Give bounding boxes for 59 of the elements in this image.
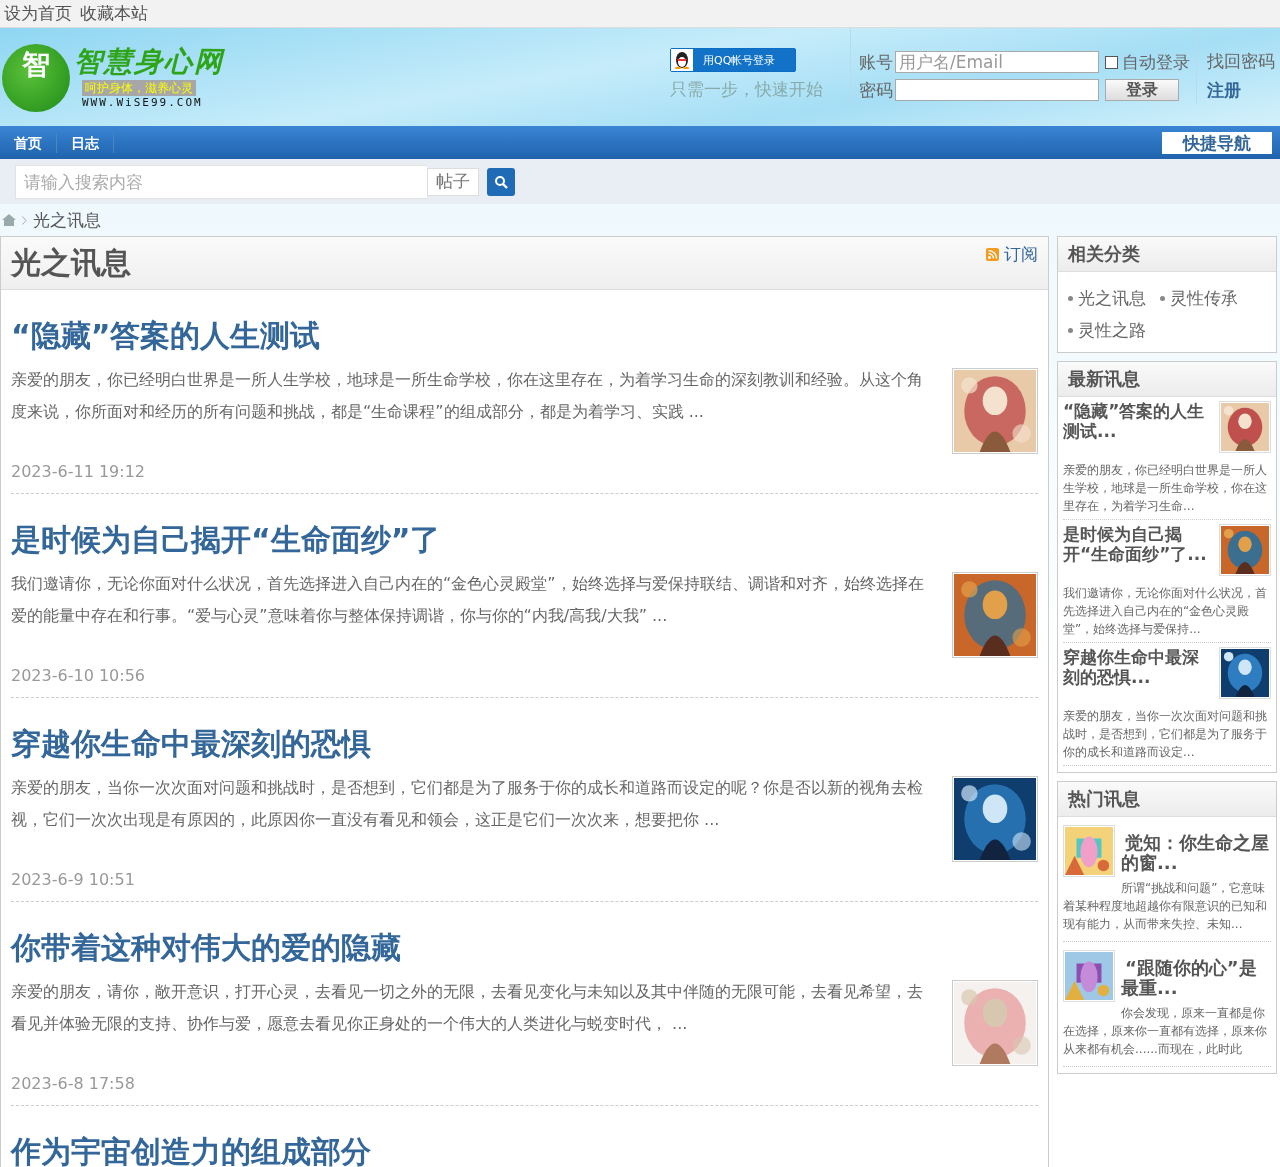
- search-button[interactable]: [487, 167, 515, 196]
- article-title-link[interactable]: 穿越你生命中最深刻的恐惧: [11, 724, 1038, 764]
- panel-title: 最新讯息: [1058, 362, 1276, 397]
- breadcrumb-link[interactable]: 光之讯息: [33, 208, 101, 232]
- search-icon: [494, 174, 508, 189]
- account-label: 账号: [859, 50, 893, 74]
- article-date: 2023-6-8 17:58: [11, 1074, 136, 1093]
- bullet-icon: [1160, 295, 1165, 301]
- account-field[interactable]: 用户名/Email: [895, 51, 1099, 73]
- nav-item[interactable]: 首页: [0, 132, 57, 153]
- article-date: 2023-6-9 10:51: [11, 870, 136, 889]
- password-label: 密码: [859, 78, 893, 102]
- panel-title: 热门讯息: [1058, 782, 1276, 817]
- article-title-link[interactable]: 你带着这种对伟大的爱的隐藏: [11, 928, 1038, 968]
- qq-hint: 只需一步，快速开始: [670, 78, 824, 101]
- article-excerpt: 亲爱的朋友，你已经明白世界是一所人生学校，地球是一所生命学校，你在这里存在，为着学习生命的深刻教训和经验。从这个角度来说，你所面对和经历的所有问题和挑战，都是“生命课程”的组成部分，都是为着学习、实践 ...: [11, 369, 924, 423]
- category-link[interactable]: 灵性传承: [1170, 282, 1238, 314]
- subscribe-link[interactable]: 订阅: [986, 243, 1038, 266]
- news-excerpt: 你会发现，原来一直都是你在选择，原来你一直都有选择，原来你从来都有机会......而现在，此时此: [1063, 1005, 1268, 1058]
- category-link[interactable]: 灵性之路: [1078, 314, 1146, 346]
- register-link[interactable]: 注册: [1207, 79, 1275, 102]
- category-title: 光之讯息: [11, 243, 131, 282]
- article-excerpt: 亲爱的朋友，当你一次次面对问题和挑战时，是否想到，它们都是为了服务于你的成长和道路而设定的呢？你是否以新的视角去检视，它们一次次出现是有原因的，此原因你一直没有看见和领会，这正是它们一次次来，想要把你 ...: [11, 777, 924, 831]
- site-slogan: 呵护身体，滋养心灵: [82, 80, 196, 96]
- article-excerpt: 我们邀请你，无论你面对什么状况，首先选择进入自己内在的“金色心灵殿堂”，始终选择与爱保持联结、调谐和对齐，始终选择在爱的能量中存在和行事。“爱与心灵”意味着你与整体保持调谐，你与你的“内我/高我/大我” ...: [11, 573, 925, 627]
- article-title-link[interactable]: 是时候为自己揭开“生命面纱”了: [11, 520, 1038, 560]
- article-excerpt: 亲爱的朋友，请你，敞开意识，打开心灵，去看见一切之外的无限，去看见变化与未知以及其中伴随的无限可能，去看见希望，去看见并体验无限的支持、协作与爱，愿意去看见你正身处的一个伟大的人类进化与蜕变时代， ...: [11, 981, 924, 1035]
- article-title-link[interactable]: 作为宇宙创造力的组成部分: [11, 1132, 1038, 1167]
- login-button[interactable]: 登录: [1105, 79, 1179, 101]
- news-excerpt: 我们邀请你，无论你面对什么状况，首先选择进入自己内在的“金色心灵殿堂”，始终选择与爱保持...: [1063, 585, 1268, 638]
- top-link[interactable]: 设为首页: [4, 2, 72, 25]
- bullet-icon: [1068, 295, 1073, 301]
- category-link[interactable]: 光之讯息: [1078, 282, 1146, 314]
- news-title-link[interactable]: 穿越你生命中最深刻的恐惧...: [1063, 647, 1215, 699]
- penguin-icon: [671, 49, 693, 71]
- bullet-icon: [1068, 327, 1073, 333]
- search-type-dropdown[interactable]: 帖子: [427, 167, 479, 196]
- chevron-icon: [22, 215, 27, 225]
- auto-login-checkbox[interactable]: 自动登录: [1105, 50, 1190, 74]
- search-field[interactable]: 请输入搜索内容: [15, 164, 427, 199]
- panel-title: 相关分类: [1058, 237, 1276, 272]
- news-title-link[interactable]: “隐藏”答案的人生测试...: [1063, 401, 1215, 453]
- top-link[interactable]: 收藏本站: [80, 2, 148, 25]
- news-title-link[interactable]: “跟随你的心”是最重...: [1121, 958, 1271, 1002]
- quick-nav-button[interactable]: 快捷导航: [1162, 131, 1272, 154]
- article-date: 2023-6-11 19:12: [11, 462, 146, 481]
- news-excerpt: 亲爱的朋友，当你一次次面对问题和挑战时，是否想到，它们都是为了服务于你的成长和道路而设定...: [1063, 708, 1268, 761]
- news-title-link[interactable]: 是时候为自己揭开“生命面纱”了...: [1063, 524, 1215, 576]
- qq-login-button[interactable]: 用QQ帐号登录: [670, 48, 796, 72]
- rss-icon: [986, 248, 999, 261]
- site-url: WWW.WiSE99.COM: [82, 96, 203, 109]
- news-title-link[interactable]: 觉知：你生命之屋的窗...: [1121, 833, 1271, 877]
- article-date: 2023-6-10 10:56: [11, 666, 146, 685]
- news-excerpt: 亲爱的朋友，你已经明白世界是一所人生学校，地球是一所生命学校，你在这里存在，为着学习生命...: [1063, 462, 1268, 515]
- article-title-link[interactable]: “隐藏”答案的人生测试: [11, 316, 1038, 356]
- password-field[interactable]: [895, 79, 1099, 101]
- forgot-password-link[interactable]: 找回密码: [1207, 50, 1275, 73]
- news-excerpt: 所谓“挑战和问题”，它意味着某种程度地超越你有限意识的已知和现有能力，从而带来失控、未知...: [1063, 880, 1268, 933]
- nav-item[interactable]: 日志: [57, 132, 114, 153]
